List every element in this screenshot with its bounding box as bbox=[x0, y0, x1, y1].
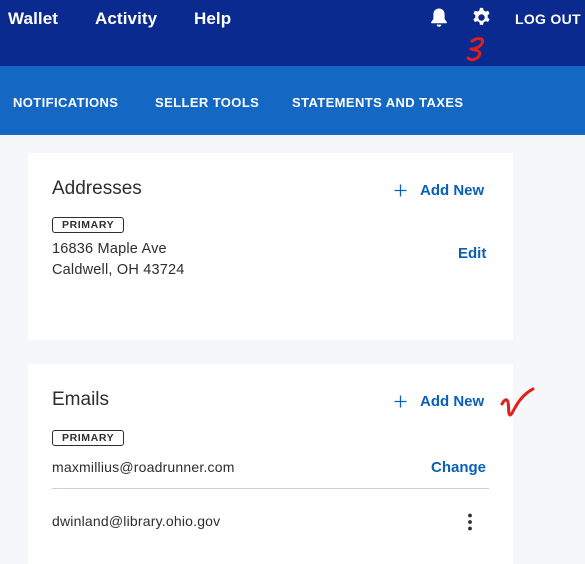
add-email-button[interactable]: Add New bbox=[394, 391, 484, 411]
change-email-link[interactable]: Change bbox=[431, 459, 486, 476]
edit-address-link[interactable]: Edit bbox=[458, 245, 486, 262]
nav-help[interactable]: Help bbox=[194, 9, 231, 29]
address-line-2: Caldwell, OH 43724 bbox=[52, 262, 185, 278]
subnav-notifications[interactable]: NOTIFICATIONS bbox=[13, 95, 118, 110]
subnav-statements-and-taxes[interactable]: STATEMENTS AND TAXES bbox=[292, 95, 463, 110]
add-address-label: Add New bbox=[420, 181, 485, 199]
logout-button[interactable]: LOG OUT bbox=[515, 11, 581, 27]
primary-badge: PRIMARY bbox=[52, 430, 125, 446]
gear-icon[interactable] bbox=[471, 7, 492, 28]
emails-title: Emails bbox=[52, 389, 110, 410]
add-email-label: Add New bbox=[420, 392, 485, 410]
nav-activity[interactable]: Activity bbox=[95, 9, 157, 29]
plus-icon bbox=[394, 184, 407, 196]
emails-card: Emails Add New PRIMARY maxmillius@roadru… bbox=[28, 364, 513, 564]
primary-email: maxmillius@roadrunner.com bbox=[52, 459, 235, 475]
divider bbox=[52, 488, 489, 489]
nav-wallet[interactable]: Wallet bbox=[8, 9, 58, 29]
top-nav-bar: Wallet Activity Help LOG OUT bbox=[0, 0, 585, 66]
addresses-card: Addresses Add New PRIMARY 16836 Maple Av… bbox=[28, 153, 513, 340]
address-line-1: 16836 Maple Ave bbox=[52, 241, 167, 257]
secondary-nav-bar: NOTIFICATIONS SELLER TOOLS STATEMENTS AN… bbox=[0, 66, 585, 135]
add-address-button[interactable]: Add New bbox=[394, 180, 484, 200]
bell-icon[interactable] bbox=[430, 7, 448, 28]
addresses-title: Addresses bbox=[52, 178, 142, 199]
plus-icon bbox=[394, 395, 407, 407]
more-options-icon[interactable] bbox=[466, 513, 474, 531]
secondary-email: dwinland@library.ohio.gov bbox=[52, 513, 221, 529]
subnav-seller-tools[interactable]: SELLER TOOLS bbox=[155, 95, 259, 110]
primary-badge: PRIMARY bbox=[52, 217, 125, 233]
